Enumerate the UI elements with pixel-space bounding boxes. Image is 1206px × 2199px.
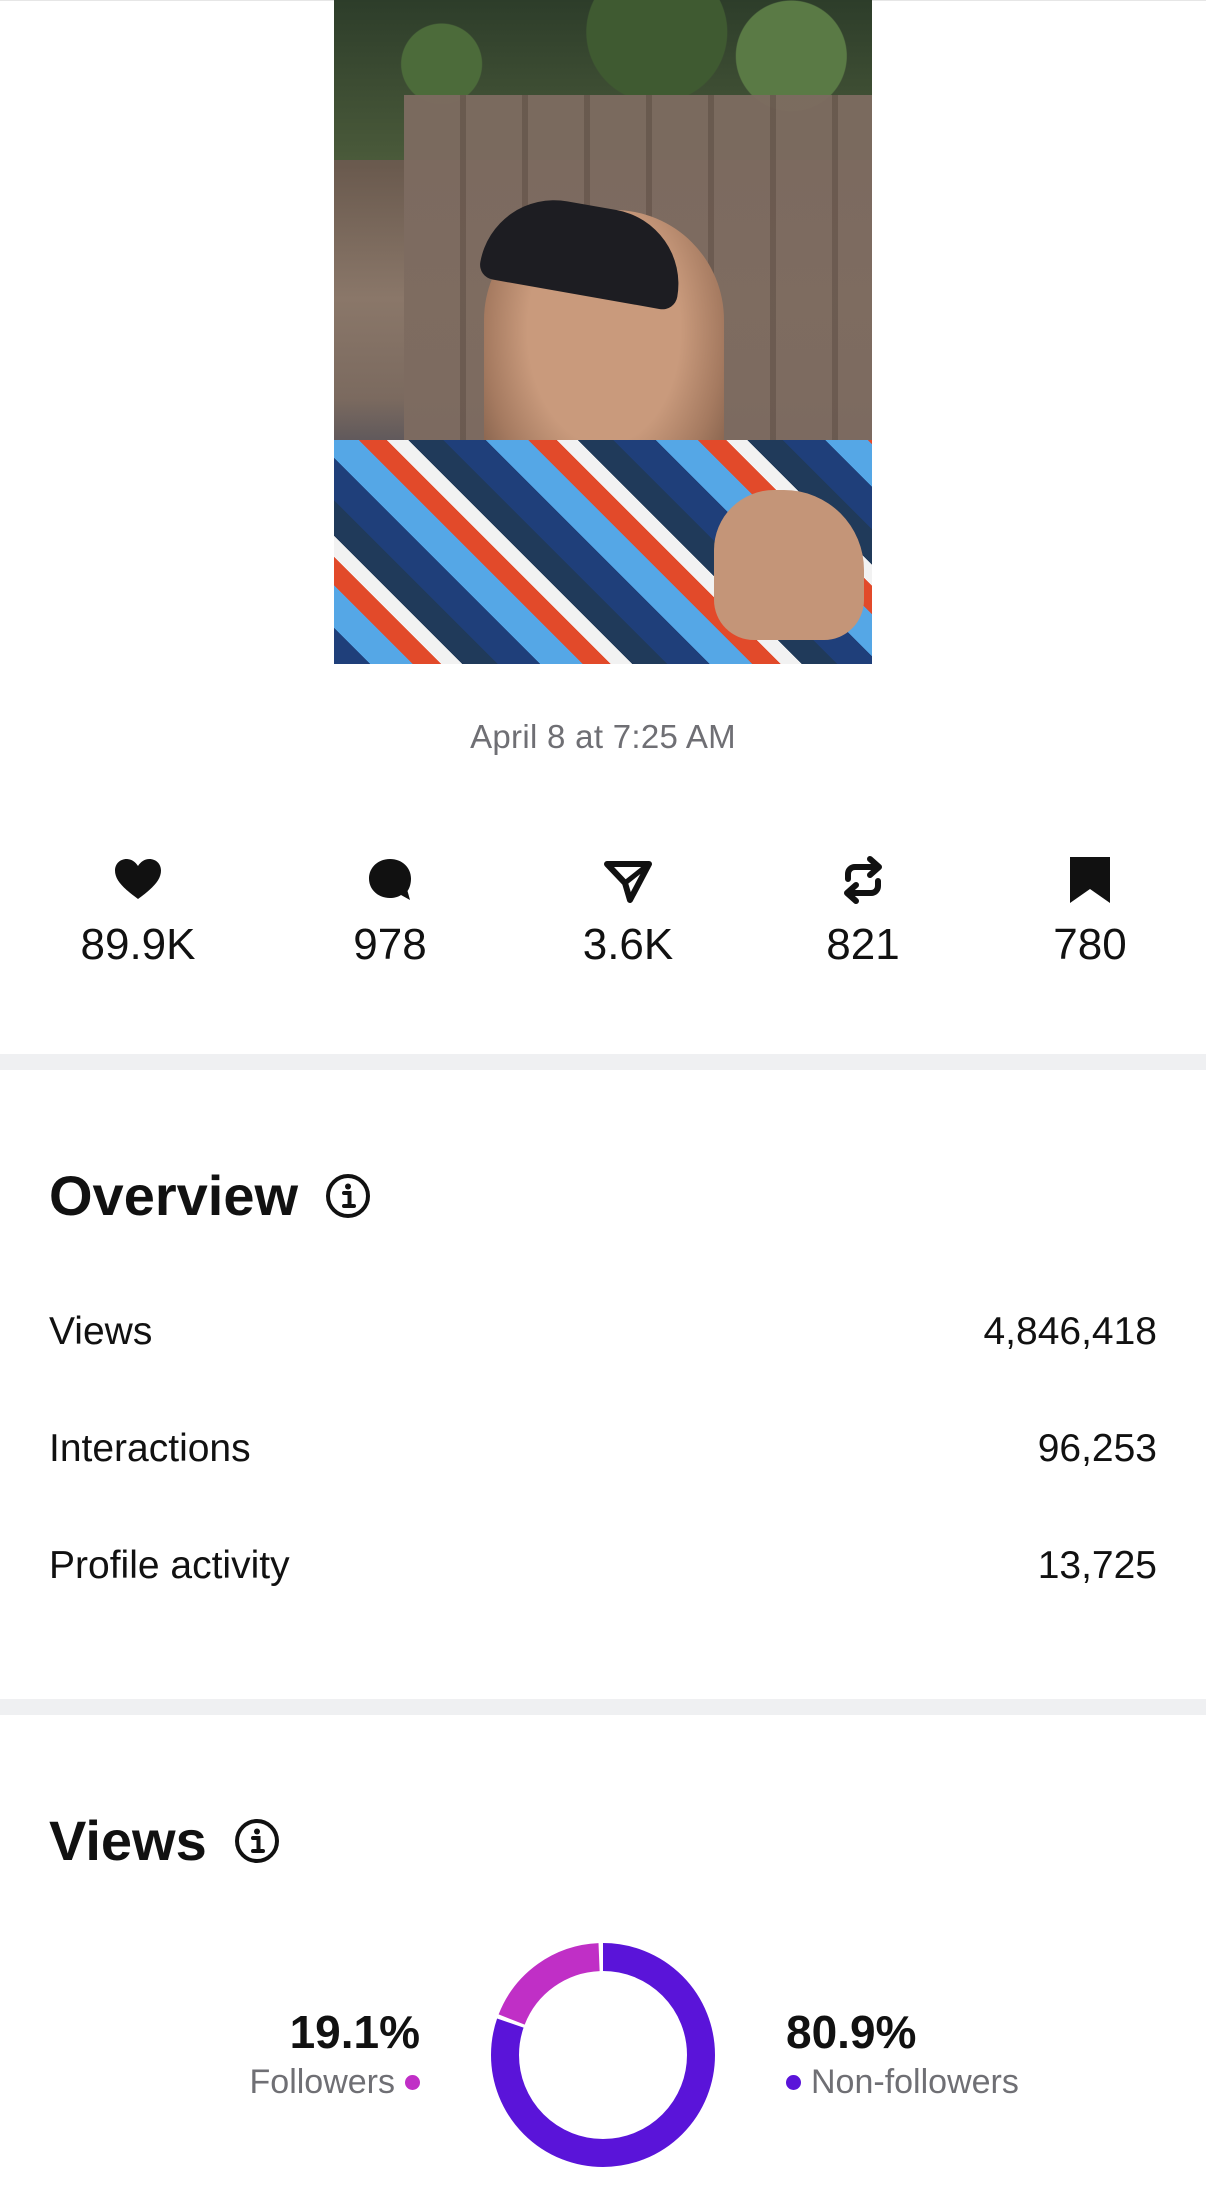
followers-dot: [405, 2075, 420, 2090]
row-label: Interactions: [49, 1427, 251, 1470]
stat-reposts: 821: [763, 855, 963, 970]
views-heading: Views: [49, 1808, 281, 1873]
row-value: 13,725: [1037, 1544, 1157, 1587]
overview-row-profile-activity: Profile activity 13,725: [49, 1544, 1157, 1588]
video-thumbnail[interactable]: [334, 0, 872, 664]
overview-row-interactions: Interactions 96,253: [49, 1427, 1157, 1471]
info-icon[interactable]: [324, 1172, 372, 1220]
followers-legend: 19.1% Followers: [250, 2005, 420, 2102]
row-label: Views: [49, 1310, 153, 1353]
stat-comments: 978: [290, 855, 490, 970]
non-followers-dot: [786, 2075, 801, 2090]
views-title: Views: [49, 1809, 207, 1872]
non-followers-label-row: Non-followers: [786, 2063, 1019, 2102]
comments-count: 978: [353, 920, 427, 969]
stat-saves: 780: [990, 855, 1190, 970]
shares-count: 3.6K: [582, 920, 674, 969]
section-divider: [0, 1699, 1206, 1715]
repost-icon: [844, 856, 882, 904]
followers-label-row: Followers: [250, 2063, 420, 2102]
stat-shares: 3.6K: [528, 855, 728, 970]
overview-heading: Overview: [49, 1163, 372, 1228]
heart-icon: [115, 859, 161, 899]
followers-label: Followers: [249, 2063, 395, 2101]
info-icon[interactable]: [233, 1817, 281, 1865]
reposts-count: 821: [826, 920, 900, 969]
section-divider: [0, 1054, 1206, 1070]
non-followers-legend: 80.9% Non-followers: [786, 2005, 1019, 2102]
saves-count: 780: [1053, 920, 1127, 969]
overview-title: Overview: [49, 1164, 299, 1227]
overview-row-views: Views 4,846,418: [49, 1310, 1157, 1354]
bookmark-icon: [1070, 857, 1110, 903]
likes-count: 89.9K: [80, 920, 196, 969]
followers-percent: 19.1%: [289, 2006, 420, 2058]
non-followers-percent: 80.9%: [786, 2006, 917, 2058]
share-icon: [604, 861, 652, 903]
views-donut-chart: [491, 1943, 715, 2167]
non-followers-label: Non-followers: [811, 2063, 1019, 2101]
row-value: 96,253: [1037, 1427, 1157, 1470]
comment-icon: [369, 859, 411, 900]
row-label: Profile activity: [49, 1544, 290, 1587]
row-value: 4,846,418: [983, 1310, 1157, 1353]
stat-likes: 89.9K: [38, 855, 238, 970]
post-timestamp: April 8 at 7:25 AM: [470, 718, 736, 755]
